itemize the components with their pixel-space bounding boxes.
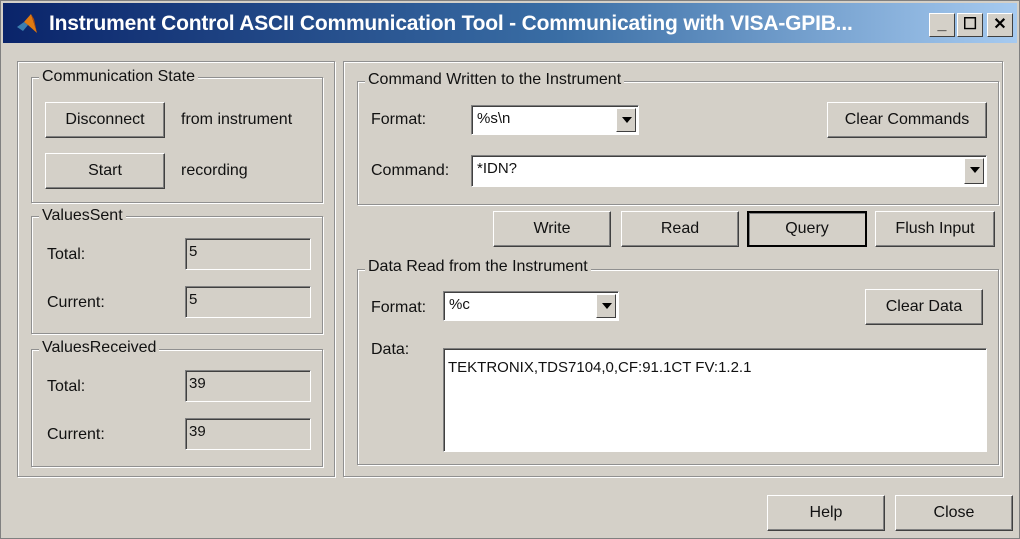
read-button[interactable]: Read [621, 211, 739, 247]
command-label: Command: [371, 162, 450, 179]
values-sent-title: ValuesSent [39, 207, 126, 225]
data-format-dropdown[interactable]: %c [443, 291, 619, 321]
disconnect-button[interactable]: Disconnect [45, 102, 165, 138]
clear-data-button[interactable]: Clear Data [865, 289, 983, 325]
clear-commands-button[interactable]: Clear Commands [827, 102, 987, 138]
data-output-area[interactable]: TEKTRONIX,TDS7104,0,CF:91.1CT FV:1.2.1 [443, 348, 987, 452]
data-format-label: Format: [371, 299, 427, 316]
command-input-combo[interactable]: *IDN? [471, 155, 987, 187]
communication-state-title: Communication State [39, 68, 198, 86]
values-received-current-label: Current: [47, 426, 105, 443]
window-title: Instrument Control ASCII Communication T… [49, 12, 853, 35]
close-button[interactable]: Close [895, 495, 1013, 531]
chevron-down-icon[interactable] [596, 294, 616, 318]
values-received-current-field: 39 [185, 418, 311, 450]
command-written-title: Command Written to the Instrument [365, 71, 625, 89]
main-window: Instrument Control ASCII Communication T… [0, 0, 1020, 539]
command-value[interactable]: *IDN? [477, 160, 517, 177]
values-sent-total-label: Total: [47, 246, 86, 263]
close-window-button[interactable]: ✕ [987, 13, 1013, 37]
maximize-button[interactable]: ☐ [957, 13, 983, 37]
values-sent-current-label: Current: [47, 294, 105, 311]
disconnect-description: from instrument [181, 111, 293, 128]
matlab-logo-icon [17, 14, 37, 33]
chevron-down-icon[interactable] [964, 158, 984, 184]
values-received-total-label: Total: [47, 378, 86, 395]
start-description: recording [181, 162, 248, 179]
chevron-down-icon[interactable] [616, 108, 636, 132]
data-format-value: %c [449, 296, 470, 313]
write-button[interactable]: Write [493, 211, 611, 247]
command-format-value: %s\n [477, 110, 511, 127]
title-bar[interactable]: Instrument Control ASCII Communication T… [3, 3, 1017, 43]
minimize-button[interactable]: _ [929, 13, 955, 37]
values-sent-total-field: 5 [185, 238, 311, 270]
query-button[interactable]: Query [747, 211, 867, 247]
data-read-title: Data Read from the Instrument [365, 258, 591, 276]
values-received-title: ValuesReceived [39, 339, 160, 357]
values-sent-current-field: 5 [185, 286, 311, 318]
command-format-dropdown[interactable]: %s\n [471, 105, 639, 135]
help-button[interactable]: Help [767, 495, 885, 531]
values-received-total-field: 39 [185, 370, 311, 402]
data-label: Data: [371, 341, 410, 358]
start-recording-button[interactable]: Start [45, 153, 165, 189]
flush-input-button[interactable]: Flush Input [875, 211, 995, 247]
command-format-label: Format: [371, 111, 427, 128]
